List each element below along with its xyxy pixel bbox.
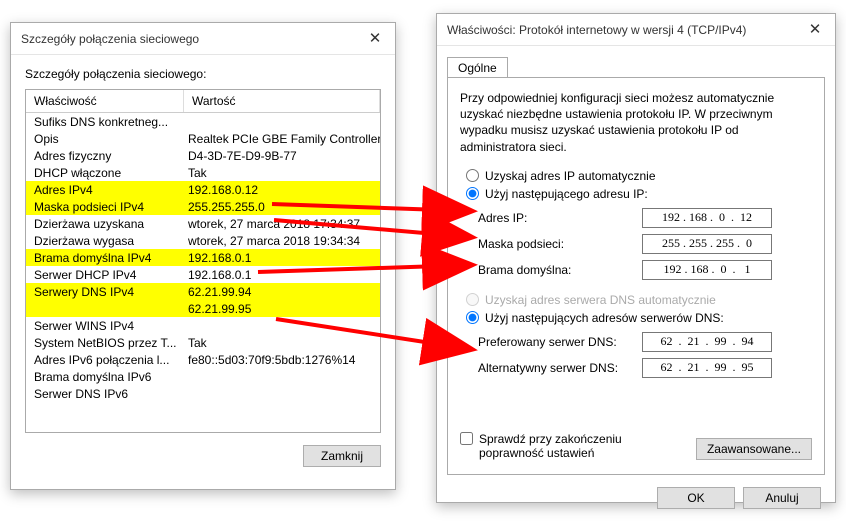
table-row[interactable]: Serwer WINS IPv4 xyxy=(26,317,380,334)
property-cell: Serwery DNS IPv4 xyxy=(26,285,184,299)
label-ip: Adres IP: xyxy=(478,211,642,225)
value-cell: 192.168.0.1 xyxy=(184,251,380,265)
cancel-button[interactable]: Anuluj xyxy=(743,487,821,509)
input-dns2[interactable] xyxy=(642,358,772,378)
checkbox-validate[interactable]: Sprawdź przy zakończeniu poprawność usta… xyxy=(460,432,659,460)
property-cell: Brama domyślna IPv4 xyxy=(26,251,184,265)
radio-dns-auto-label: Uzyskaj adres serwera DNS automatycznie xyxy=(485,293,716,307)
radio-dns-manual-label: Użyj następujących adresów serwerów DNS: xyxy=(485,311,724,325)
radio-dns-auto: Uzyskaj adres serwera DNS automatycznie xyxy=(466,293,812,307)
input-dns1[interactable] xyxy=(642,332,772,352)
dialog-title: Właściwości: Protokół internetowy w wers… xyxy=(447,23,825,37)
titlebar[interactable]: Właściwości: Protokół internetowy w wers… xyxy=(437,14,835,46)
close-icon[interactable]: ✕ xyxy=(795,14,835,44)
radio-ip-manual-label: Użyj następującego adresu IP: xyxy=(485,187,648,201)
checkbox-validate-label: Sprawdź przy zakończeniu poprawność usta… xyxy=(479,432,659,460)
advanced-button[interactable]: Zaawansowane... xyxy=(696,438,812,460)
label-mask: Maska podsieci: xyxy=(478,237,642,251)
radio-ip-manual-input[interactable] xyxy=(466,187,479,200)
property-cell: System NetBIOS przez T... xyxy=(26,336,184,350)
ok-button[interactable]: OK xyxy=(657,487,735,509)
description-text: Przy odpowiedniej konfiguracji sieci moż… xyxy=(460,90,812,155)
ipv4-properties-dialog: Właściwości: Protokół internetowy w wers… xyxy=(436,13,836,503)
titlebar[interactable]: Szczegóły połączenia sieciowego ✕ xyxy=(11,23,395,55)
radio-ip-auto[interactable]: Uzyskaj adres IP automatycznie xyxy=(466,169,812,183)
value-cell: 255.255.255.0 xyxy=(184,200,380,214)
table-row[interactable]: Sufiks DNS konkretneg... xyxy=(26,113,380,130)
property-cell: Serwer DNS IPv6 xyxy=(26,387,184,401)
network-details-dialog: Szczegóły połączenia sieciowego ✕ Szczeg… xyxy=(10,22,396,490)
value-cell: 62.21.99.95 xyxy=(184,302,380,316)
value-cell: Tak xyxy=(184,166,380,180)
table-row[interactable]: Adres IPv4192.168.0.12 xyxy=(26,181,380,198)
value-cell: Tak xyxy=(184,336,380,350)
radio-dns-manual-input[interactable] xyxy=(466,311,479,324)
input-ip[interactable] xyxy=(642,208,772,228)
property-cell: Dzierżawa wygasa xyxy=(26,234,184,248)
list-label: Szczegóły połączenia sieciowego: xyxy=(25,67,381,81)
table-row[interactable]: Brama domyślna IPv4192.168.0.1 xyxy=(26,249,380,266)
property-cell: Dzierżawa uzyskana xyxy=(26,217,184,231)
close-icon[interactable]: ✕ xyxy=(355,23,395,53)
label-dns2: Alternatywny serwer DNS: xyxy=(478,361,642,375)
radio-ip-auto-input[interactable] xyxy=(466,169,479,182)
table-row[interactable]: System NetBIOS przez T...Tak xyxy=(26,334,380,351)
checkbox-validate-input[interactable] xyxy=(460,432,473,445)
value-cell: wtorek, 27 marca 2018 19:34:34 xyxy=(184,234,380,248)
value-cell: D4-3D-7E-D9-9B-77 xyxy=(184,149,380,163)
value-cell: 192.168.0.12 xyxy=(184,183,380,197)
property-cell: DHCP włączone xyxy=(26,166,184,180)
radio-dns-manual[interactable]: Użyj następujących adresów serwerów DNS: xyxy=(466,311,812,325)
radio-ip-manual[interactable]: Użyj następującego adresu IP: xyxy=(466,187,812,201)
col-value[interactable]: Wartość xyxy=(184,90,380,112)
input-gateway[interactable] xyxy=(642,260,772,280)
radio-dns-auto-input xyxy=(466,293,479,306)
table-row[interactable]: Dzierżawa wygasawtorek, 27 marca 2018 19… xyxy=(26,232,380,249)
value-cell: wtorek, 27 marca 2018 17:34:37 xyxy=(184,217,380,231)
value-cell: Realtek PCIe GBE Family Controller xyxy=(184,132,380,146)
property-cell: Opis xyxy=(26,132,184,146)
table-row[interactable]: Serwer DHCP IPv4192.168.0.1 xyxy=(26,266,380,283)
value-cell: fe80::5d03:70f9:5bdb:1276%14 xyxy=(184,353,380,367)
property-cell: Adres fizyczny xyxy=(26,149,184,163)
table-row[interactable]: Serwer DNS IPv6 xyxy=(26,385,380,402)
table-row[interactable]: Adres fizycznyD4-3D-7E-D9-9B-77 xyxy=(26,147,380,164)
dialog-title: Szczegóły połączenia sieciowego xyxy=(21,32,385,46)
table-row[interactable]: Dzierżawa uzyskanawtorek, 27 marca 2018 … xyxy=(26,215,380,232)
property-cell: Adres IPv4 xyxy=(26,183,184,197)
list-header[interactable]: Właściwość Wartość xyxy=(26,90,380,113)
input-mask[interactable] xyxy=(642,234,772,254)
value-cell: 62.21.99.94 xyxy=(184,285,380,299)
col-property[interactable]: Właściwość xyxy=(26,90,184,112)
property-cell: Sufiks DNS konkretneg... xyxy=(26,115,184,129)
table-row[interactable]: Maska podsieci IPv4255.255.255.0 xyxy=(26,198,380,215)
property-cell: Serwer DHCP IPv4 xyxy=(26,268,184,282)
property-cell: Maska podsieci IPv4 xyxy=(26,200,184,214)
table-row[interactable]: Serwery DNS IPv462.21.99.94 xyxy=(26,283,380,300)
label-dns1: Preferowany serwer DNS: xyxy=(478,335,642,349)
property-cell: Brama domyślna IPv6 xyxy=(26,370,184,384)
close-button[interactable]: Zamknij xyxy=(303,445,381,467)
table-row[interactable]: Brama domyślna IPv6 xyxy=(26,368,380,385)
table-row[interactable]: Adres IPv6 połączenia l...fe80::5d03:70f… xyxy=(26,351,380,368)
tab-general[interactable]: Ogólne xyxy=(447,57,508,78)
table-row[interactable]: OpisRealtek PCIe GBE Family Controller xyxy=(26,130,380,147)
label-gateway: Brama domyślna: xyxy=(478,263,642,277)
property-cell: Adres IPv6 połączenia l... xyxy=(26,353,184,367)
property-cell: Serwer WINS IPv4 xyxy=(26,319,184,333)
table-row[interactable]: DHCP włączoneTak xyxy=(26,164,380,181)
properties-list[interactable]: Właściwość Wartość Sufiks DNS konkretneg… xyxy=(25,89,381,433)
radio-ip-auto-label: Uzyskaj adres IP automatycznie xyxy=(485,169,656,183)
table-row[interactable]: 62.21.99.95 xyxy=(26,300,380,317)
value-cell: 192.168.0.1 xyxy=(184,268,380,282)
